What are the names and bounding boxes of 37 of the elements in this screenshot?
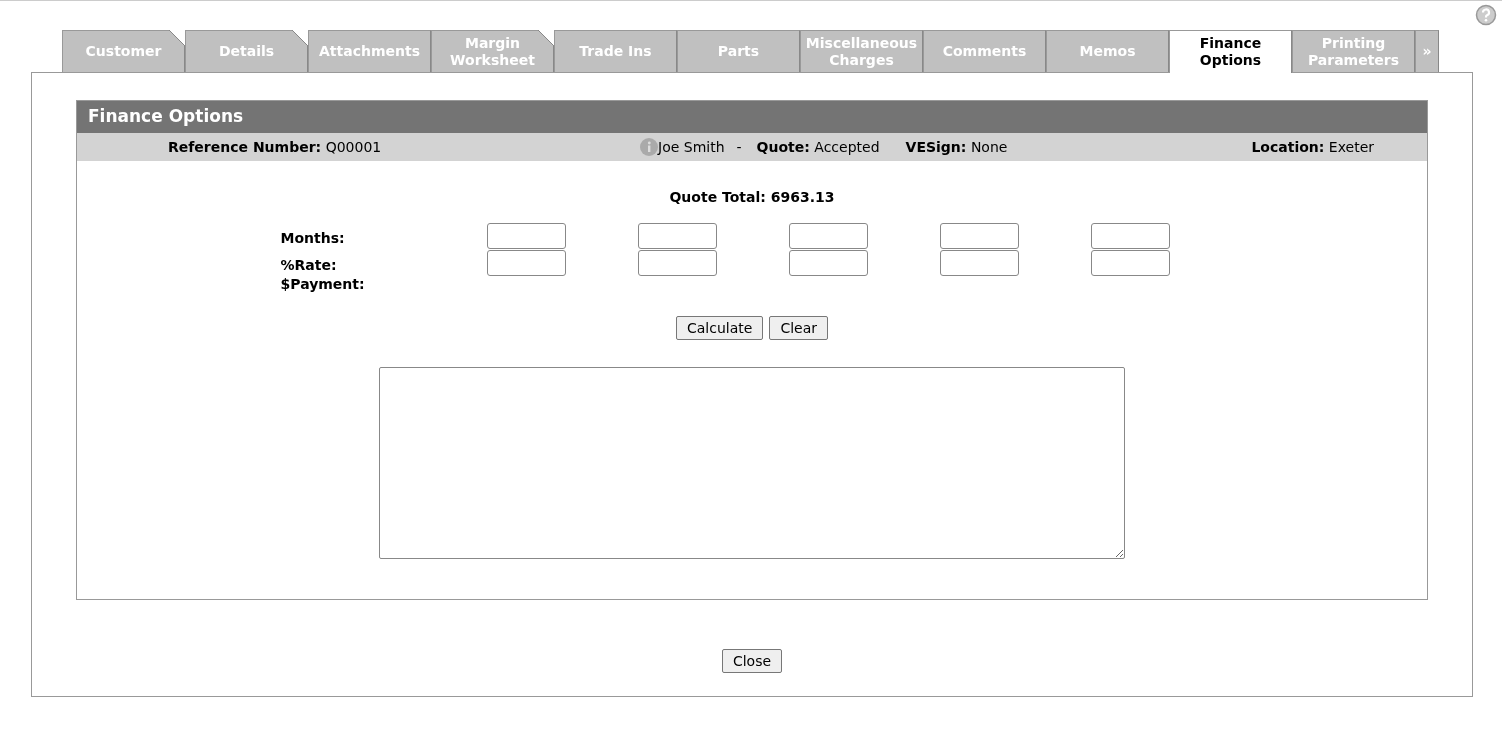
quote-status: Quote: Accepted [756,139,880,155]
tab[interactable]: Finance Options [1169,30,1292,73]
help-icon[interactable] [1475,4,1497,26]
input-field[interactable] [486,223,566,249]
customer-name: Joe Smith [658,139,725,155]
input-field[interactable] [788,250,868,276]
location: Location: Exeter [1251,139,1374,155]
panel-title: Finance Options [77,101,1427,133]
more-tabs-button[interactable]: » [1415,30,1439,72]
tab[interactable]: Customer [62,30,185,72]
quote-total: Quote Total: 6963.13 [669,189,835,205]
input-field[interactable] [637,250,717,276]
vesign-status: VESign: None [905,139,1008,155]
row-label: Months: [280,229,346,248]
tab[interactable]: Margin Worksheet [431,30,554,72]
row-label: %Rate: [280,256,338,275]
reference-number: Reference Number: Q00001 [168,139,382,155]
tab[interactable]: Trade Ins [554,30,677,72]
input-field[interactable] [939,250,1019,276]
tab[interactable]: Attachments [308,30,431,72]
tab[interactable]: Memos [1046,30,1169,72]
close-button[interactable]: Close [721,649,783,673]
action-button[interactable]: Calculate [676,316,764,340]
tab[interactable]: Comments [923,30,1046,72]
action-button[interactable]: Clear [769,316,828,340]
row-label: $Payment: [280,277,366,294]
tab[interactable]: Miscellaneous Charges [800,30,923,72]
input-field[interactable] [788,223,868,249]
input-field[interactable] [637,223,717,249]
separator: - [736,139,742,155]
tab[interactable]: Parts [677,30,800,72]
tab[interactable]: Details [185,30,308,72]
input-field[interactable] [939,223,1019,249]
input-field[interactable] [1090,250,1170,276]
input-field[interactable] [486,250,566,276]
input-field[interactable] [1090,223,1170,249]
tab[interactable]: Printing Parameters [1292,30,1415,72]
